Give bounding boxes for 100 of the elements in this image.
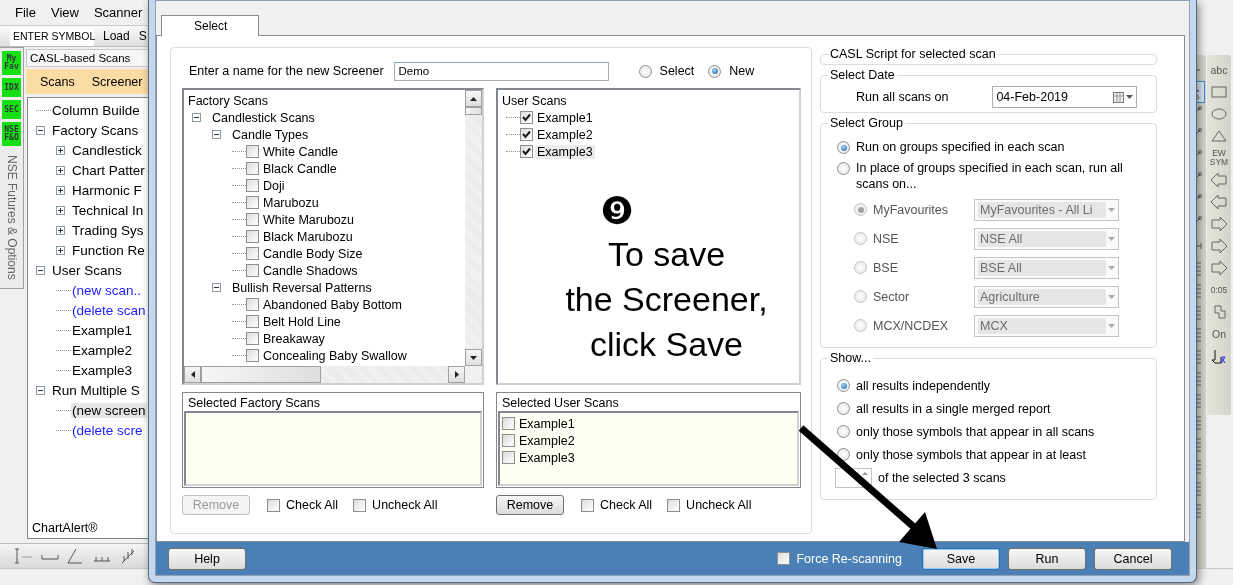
vertical-scrollbar[interactable]	[465, 90, 482, 366]
radio-button[interactable]	[638, 64, 652, 78]
tree-item[interactable]: Abandoned Baby Bottom	[261, 297, 404, 312]
cursor-tool-icon[interactable]	[1210, 348, 1228, 364]
checkbox[interactable]	[777, 552, 791, 565]
checkbox[interactable]	[246, 298, 259, 311]
tree-toggle[interactable]	[192, 113, 201, 122]
menu-item[interactable]: File	[15, 5, 36, 20]
checkbox[interactable]	[267, 498, 280, 512]
tree-item[interactable]: Belt Hold Line	[261, 314, 343, 329]
remove-button[interactable]: Remove	[496, 495, 564, 515]
up-arrow-icon[interactable]	[469, 94, 478, 103]
arrow-icon[interactable]	[1210, 260, 1228, 276]
tree-toggle[interactable]	[56, 225, 65, 235]
tree-toggle[interactable]	[56, 205, 65, 215]
arrow-icon[interactable]	[1210, 172, 1228, 188]
radio-button[interactable]	[837, 162, 850, 175]
tree-toggle[interactable]	[56, 145, 65, 155]
tree-toggle[interactable]	[56, 165, 65, 175]
tree-item[interactable]: (delete scan	[71, 302, 147, 318]
radio-button[interactable]	[708, 64, 722, 78]
tree-toggle[interactable]	[56, 185, 65, 195]
tree-toggle[interactable]	[36, 385, 45, 395]
tree-item[interactable]: White Marubozu	[261, 212, 356, 227]
radio-button[interactable]	[837, 141, 850, 154]
tree-item[interactable]: (new screen	[71, 402, 147, 418]
side-tab[interactable]: My Fav	[2, 51, 21, 75]
radio-button[interactable]	[837, 379, 850, 392]
tree-item[interactable]: Example1	[535, 110, 595, 125]
checkbox[interactable]	[502, 434, 515, 447]
down-arrow-icon[interactable]	[469, 353, 478, 362]
tab[interactable]: Select	[161, 15, 259, 36]
tool-label[interactable]: 0:05	[1210, 285, 1228, 295]
tool-label[interactable]: abc	[1210, 65, 1228, 75]
arrow-icon[interactable]	[1210, 238, 1228, 254]
tree-item[interactable]: User Scans	[51, 262, 123, 278]
checkbox[interactable]	[667, 498, 681, 512]
dialog-button[interactable]: Cancel	[1094, 547, 1172, 570]
checkbox[interactable]	[502, 451, 515, 464]
radio-button[interactable]	[837, 425, 850, 438]
checkbox[interactable]	[246, 145, 259, 158]
tree-item[interactable]: Harmonic F	[71, 182, 143, 198]
spin-box[interactable]	[835, 467, 872, 488]
dialog-button[interactable]: Save	[922, 547, 1000, 570]
arrow-icon[interactable]	[1210, 216, 1228, 232]
tree-item[interactable]: Trading Sys	[71, 222, 145, 238]
side-tab-label[interactable]: NSE Futures & Options	[4, 155, 19, 280]
checkbox[interactable]	[581, 498, 594, 512]
right-arrow-icon[interactable]	[452, 370, 461, 379]
checkbox[interactable]	[246, 196, 259, 209]
tree-item[interactable]: Example2	[71, 342, 134, 358]
side-tab[interactable]: NSE F&O	[2, 122, 21, 146]
checkbox[interactable]	[246, 332, 259, 345]
tree-item[interactable]: Example3	[71, 362, 134, 378]
tool-label[interactable]: EW SYM	[1209, 149, 1229, 167]
checkbox[interactable]	[353, 498, 367, 512]
checkbox[interactable]	[246, 162, 259, 175]
tree-item[interactable]: Example3	[535, 144, 595, 159]
tree-item[interactable]: (new scan..	[71, 282, 143, 298]
checkbox[interactable]	[246, 247, 259, 260]
tree-item[interactable]: Doji	[261, 178, 287, 193]
tree-item[interactable]: Chart Patter	[71, 162, 146, 178]
rectangle-icon[interactable]	[1211, 86, 1227, 98]
tree-item[interactable]: White Candle	[261, 144, 341, 159]
tree-item[interactable]: Example1	[71, 322, 134, 338]
tree-item[interactable]: Candle Shadows	[261, 263, 360, 278]
tree-toggle[interactable]	[36, 125, 45, 135]
checkbox[interactable]	[502, 417, 515, 430]
tree-item[interactable]: Bullish Reversal Patterns	[230, 280, 374, 295]
tree-toggle[interactable]	[212, 130, 221, 139]
side-tab[interactable]: IDX	[2, 78, 21, 97]
checkbox[interactable]	[246, 230, 259, 243]
tree-item[interactable]: Factory Scans	[51, 122, 140, 138]
tree-toggle[interactable]	[56, 245, 65, 255]
radio-button[interactable]	[837, 402, 850, 415]
scrollbar-thumb[interactable]	[465, 107, 482, 115]
panel-tab[interactable]: Screener	[91, 74, 143, 89]
checkbox[interactable]	[246, 179, 259, 192]
tool-label[interactable]: On	[1212, 329, 1226, 339]
tree-item[interactable]: Function Re	[71, 242, 146, 258]
side-tab[interactable]: SEC	[2, 100, 21, 119]
checkbox[interactable]	[520, 111, 533, 124]
arrow-icon[interactable]	[1210, 194, 1228, 210]
tree-item[interactable]: Black Marubozu	[261, 229, 355, 244]
tree-item[interactable]: Black Candle	[261, 161, 339, 176]
tree-item[interactable]: Breakaway	[261, 331, 327, 346]
tree-item[interactable]: Candle Types	[230, 127, 311, 142]
checkbox[interactable]	[246, 213, 259, 226]
list-item[interactable]: Example3	[519, 450, 575, 465]
tree-toggle[interactable]	[212, 283, 221, 292]
checkbox[interactable]	[520, 128, 533, 141]
tree-item[interactable]: Candlestick	[71, 142, 143, 158]
tree-item[interactable]: Column Builde	[51, 102, 141, 118]
symbol-field[interactable]: ENTER SYMBOL	[10, 26, 94, 46]
tree-toggle[interactable]	[36, 265, 45, 275]
list-item[interactable]: Example1	[519, 416, 575, 431]
ellipse-icon[interactable]	[1211, 108, 1227, 120]
toolbar-button[interactable]: Load	[103, 29, 130, 43]
menu-item[interactable]: View	[50, 5, 79, 20]
checkbox[interactable]	[246, 264, 259, 277]
